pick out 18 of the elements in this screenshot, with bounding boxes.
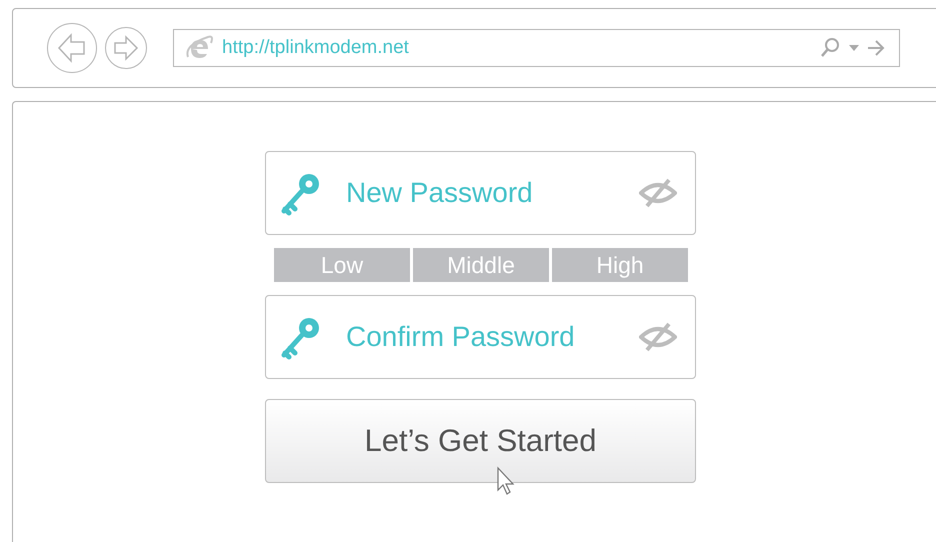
strength-segment: Low xyxy=(274,248,410,282)
password-field[interactable]: New Password xyxy=(265,151,696,235)
password-field[interactable]: Confirm Password xyxy=(265,295,696,379)
dropdown-caret-icon[interactable] xyxy=(849,45,859,51)
mouse-pointer-icon xyxy=(496,466,516,496)
eye-slash-icon[interactable] xyxy=(639,178,677,208)
password-input[interactable]: New Password xyxy=(346,177,617,209)
strength-segment: High xyxy=(552,248,688,282)
go-arrow-icon[interactable] xyxy=(867,40,885,56)
search-icon[interactable] xyxy=(819,37,841,59)
password-input[interactable]: Confirm Password xyxy=(346,321,617,353)
strength-segment: Middle xyxy=(413,248,549,282)
back-button[interactable] xyxy=(47,23,97,73)
forward-button[interactable] xyxy=(105,27,147,69)
address-text: http://tplinkmodem.net xyxy=(222,37,410,59)
right-arrow-icon xyxy=(112,34,140,62)
eye-slash-icon[interactable] xyxy=(639,322,677,352)
browser-logo-icon xyxy=(186,35,214,61)
